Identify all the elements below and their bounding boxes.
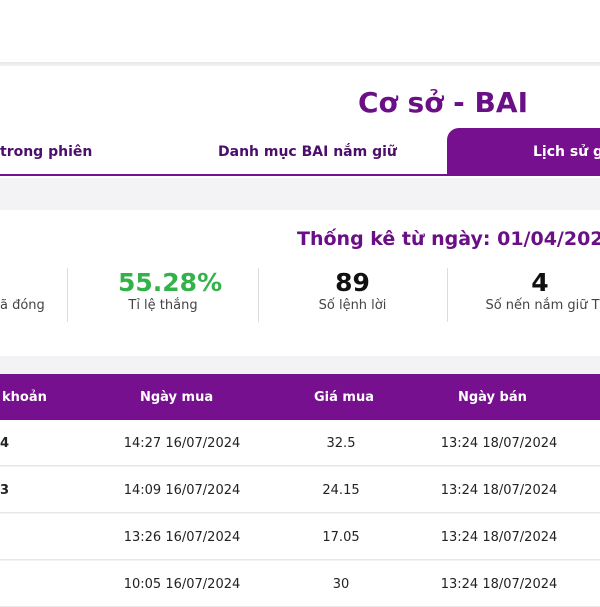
stat-win-rate-label: Tỉ lệ thắng	[128, 298, 198, 313]
stat-win-rate-value: 55.28%	[118, 268, 223, 297]
cell-symbol: 3	[0, 483, 10, 498]
cell-symbol: 4	[0, 436, 10, 451]
stat-profit-orders-value: 89	[335, 268, 370, 297]
cell-buy-price: 30	[332, 577, 350, 592]
top-bar	[0, 0, 600, 62]
tab-holdings[interactable]: Danh mục BAI nắm giữ	[218, 128, 418, 174]
column-header-sell-date[interactable]: Ngày bán	[458, 390, 527, 405]
stat-avg-candles-label: Số nến nắm giữ TB	[485, 298, 600, 313]
column-header-buy-date[interactable]: Ngày mua	[140, 390, 213, 405]
column-header-buy-price[interactable]: Giá mua	[314, 390, 374, 405]
cell-buy-date: 10:05 16/07/2024	[123, 577, 241, 592]
tab-intraday[interactable]: trong phiên	[0, 128, 120, 174]
tab-history[interactable]: Lịch sử gi	[447, 128, 600, 174]
cell-buy-price: 24.15	[322, 483, 360, 498]
cell-buy-price: 17.05	[322, 530, 360, 545]
stat-avg-candles-value: 4	[531, 268, 549, 297]
cell-buy-price: 32.5	[326, 436, 356, 451]
stat-profit-orders-label: Số lệnh lời	[318, 298, 387, 313]
cell-buy-date: 13:26 16/07/2024	[123, 530, 241, 545]
stat-divider	[447, 268, 448, 322]
column-header-symbol[interactable]: khoản	[2, 390, 47, 405]
stat-closed-label: ã đóng	[0, 298, 45, 313]
stats-title: Thống kê từ ngày: 01/04/2024	[297, 228, 600, 250]
page-title: Cơ sở - BAI	[358, 86, 528, 119]
cell-buy-date: 14:27 16/07/2024	[123, 436, 241, 451]
cell-sell-date: 13:24 18/07/2024	[440, 436, 558, 451]
tab-underline	[0, 174, 600, 176]
cell-sell-date: 13:24 18/07/2024	[440, 577, 558, 592]
cell-sell-date: 13:24 18/07/2024	[440, 530, 558, 545]
cell-sell-date: 13:24 18/07/2024	[440, 483, 558, 498]
stat-divider	[67, 268, 68, 322]
cell-buy-date: 14:09 16/07/2024	[123, 483, 241, 498]
stat-divider	[258, 268, 259, 322]
